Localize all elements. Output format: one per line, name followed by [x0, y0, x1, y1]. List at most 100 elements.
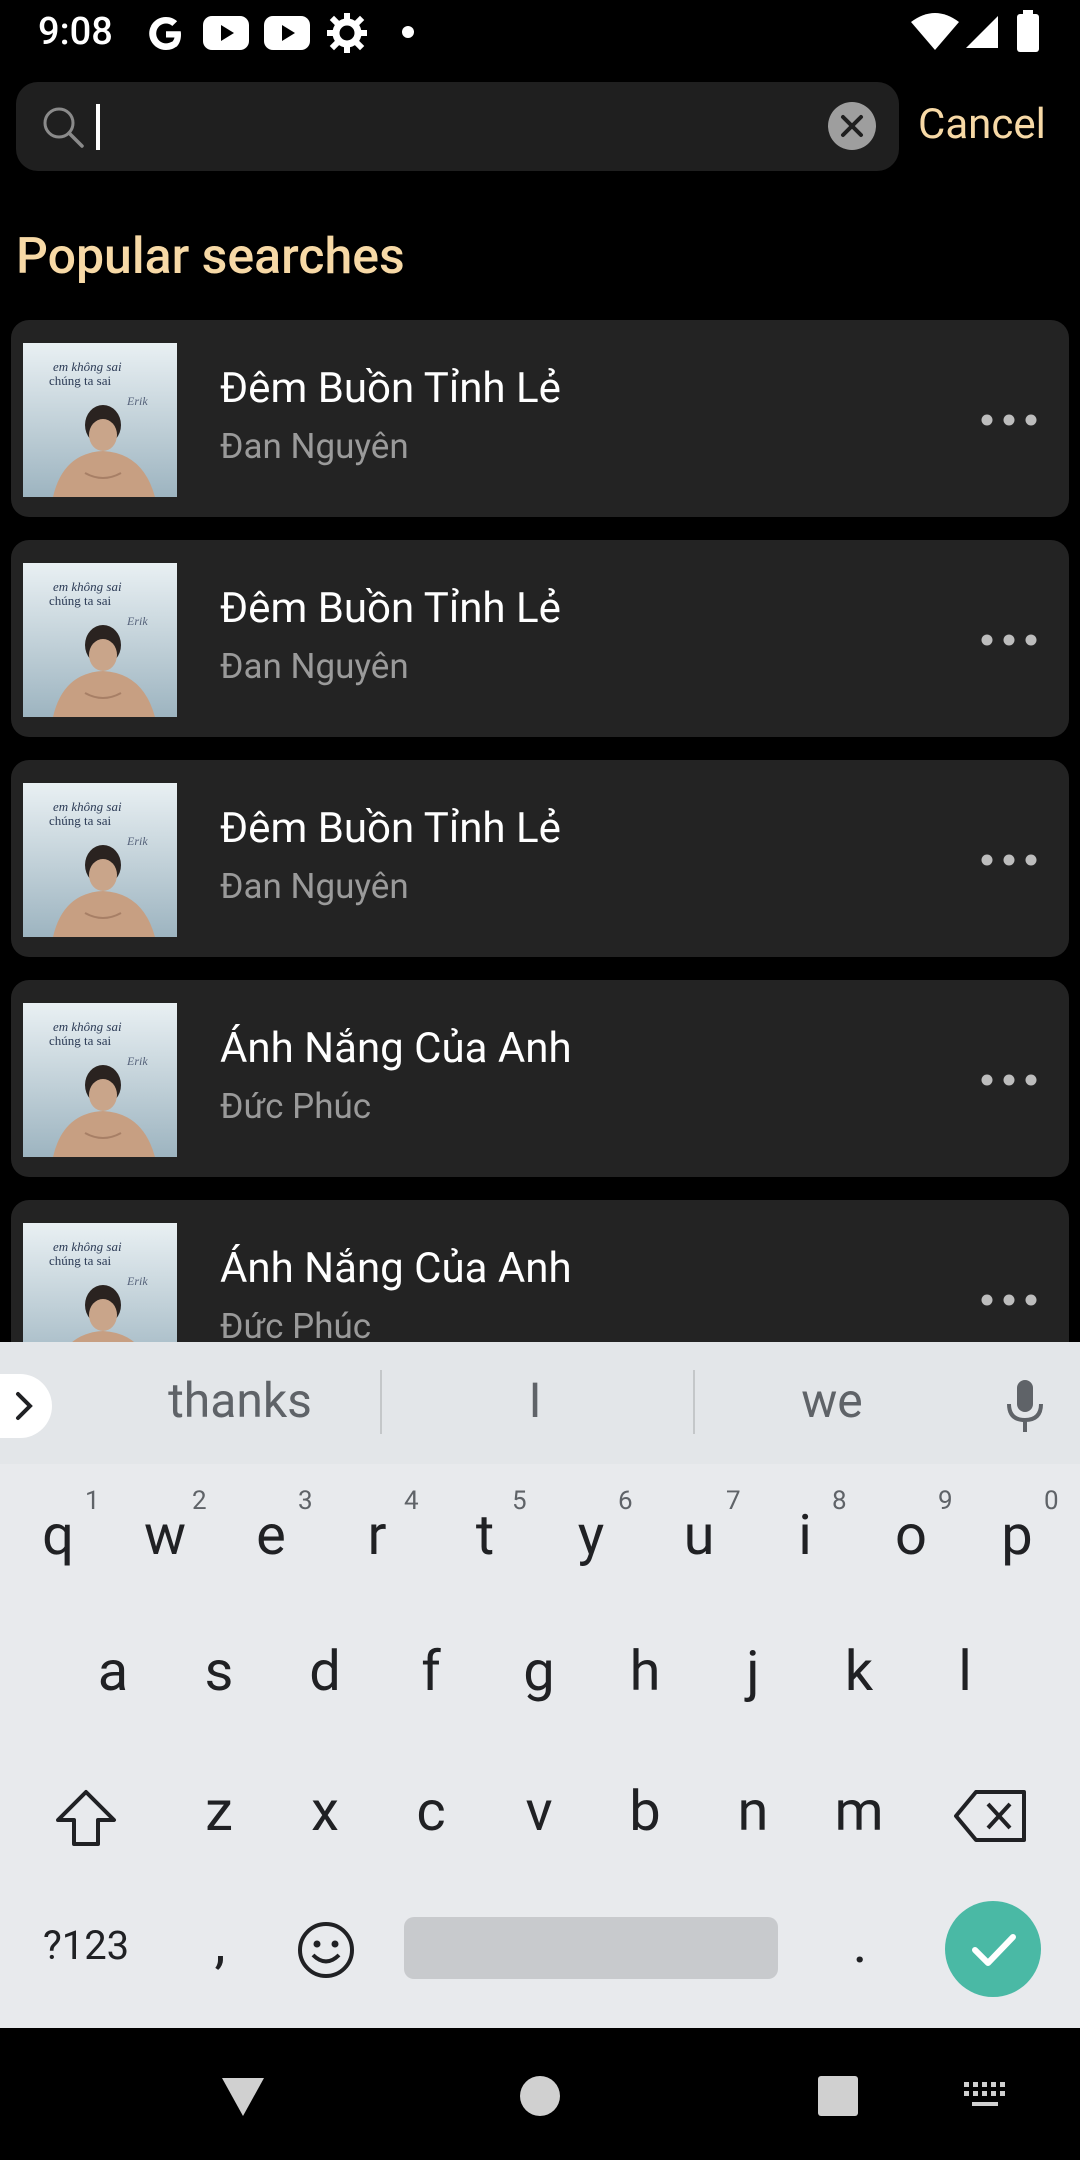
key-z[interactable]: z	[174, 1778, 264, 1844]
more-options-button[interactable]	[979, 1282, 1039, 1318]
album-art: em không sai chúng ta sai Erik	[23, 783, 177, 937]
status-bar: 9:08	[0, 0, 1080, 66]
key-hint: 1	[85, 1486, 100, 1516]
song-list-item[interactable]: em không sai chúng ta sai Erik Đêm Buồn …	[11, 320, 1069, 517]
key-m[interactable]: m	[814, 1778, 904, 1844]
key-a[interactable]: a	[68, 1638, 158, 1704]
more-horizontal-icon	[981, 1294, 1037, 1306]
more-options-button[interactable]	[979, 1062, 1039, 1098]
navigation-bar	[0, 2028, 1080, 2160]
key-hint: 5	[512, 1486, 527, 1516]
suggestion-2[interactable]: I	[425, 1372, 645, 1429]
keyboard-switch-icon[interactable]	[962, 2080, 1008, 2112]
album-art: em không sai chúng ta sai Erik	[23, 1003, 177, 1157]
key-f[interactable]: f	[386, 1638, 476, 1704]
cellular-signal-icon	[966, 16, 998, 48]
more-options-button[interactable]	[979, 402, 1039, 438]
svg-text:Erik: Erik	[126, 1054, 148, 1068]
song-title: Đêm Buồn Tỉnh Lẻ	[220, 364, 561, 413]
svg-text:em không sai: em không sai	[53, 359, 122, 374]
symbols-key[interactable]: ?123	[26, 1922, 146, 1969]
backspace-key[interactable]	[952, 1786, 1030, 1846]
google-g-icon	[149, 17, 181, 50]
song-title: Đêm Buồn Tỉnh Lẻ	[220, 584, 561, 633]
cancel-button[interactable]: Cancel	[918, 100, 1046, 149]
more-options-button[interactable]	[979, 842, 1039, 878]
suggestion-1[interactable]: thanks	[130, 1372, 350, 1429]
key-hint: 4	[404, 1486, 419, 1516]
youtube-icon	[264, 16, 310, 50]
more-horizontal-icon	[981, 854, 1037, 866]
key-h[interactable]: h	[600, 1638, 690, 1704]
divider	[380, 1370, 382, 1434]
album-art: em không sai chúng ta sai Erik	[23, 563, 177, 717]
back-icon[interactable]	[218, 2074, 268, 2120]
recents-icon[interactable]	[816, 2074, 860, 2118]
svg-text:chúng ta sai: chúng ta sai	[49, 813, 111, 828]
home-icon[interactable]	[518, 2074, 562, 2118]
more-horizontal-icon	[981, 634, 1037, 646]
check-icon	[972, 1934, 1016, 1966]
settings-gear-icon	[327, 13, 367, 53]
svg-text:chúng ta sai: chúng ta sai	[49, 373, 111, 388]
song-list-item[interactable]: em không sai chúng ta sai Erik Đêm Buồn …	[11, 540, 1069, 737]
svg-text:em không sai: em không sai	[53, 799, 122, 814]
song-title: Ánh Nắng Của Anh	[220, 1024, 572, 1073]
clear-search-button[interactable]	[828, 102, 876, 150]
song-list-item[interactable]: em không sai chúng ta sai Erik Đêm Buồn …	[11, 760, 1069, 957]
key-x[interactable]: x	[280, 1778, 370, 1844]
period-key[interactable]: .	[815, 1910, 905, 1976]
more-horizontal-icon	[981, 414, 1037, 426]
done-key[interactable]	[945, 1901, 1041, 1997]
song-artist: Đan Nguyên	[220, 866, 409, 907]
comma-key[interactable]: ,	[175, 1910, 265, 1976]
key-g[interactable]: g	[494, 1638, 584, 1704]
svg-text:chúng ta sai: chúng ta sai	[49, 593, 111, 608]
key-k[interactable]: k	[814, 1638, 904, 1704]
status-time: 9:08	[38, 10, 113, 54]
chevron-right-icon	[16, 1392, 33, 1420]
svg-text:Erik: Erik	[126, 1274, 148, 1288]
suggestion-3[interactable]: we	[722, 1372, 942, 1429]
key-hint: 7	[726, 1486, 741, 1516]
key-b[interactable]: b	[600, 1778, 690, 1844]
expand-toolbar-button[interactable]	[0, 1374, 52, 1438]
key-d[interactable]: d	[280, 1638, 370, 1704]
svg-text:em không sai: em không sai	[53, 1239, 122, 1254]
key-hint: 0	[1044, 1486, 1059, 1516]
key-l[interactable]: l	[920, 1638, 1010, 1704]
key-v[interactable]: v	[494, 1778, 584, 1844]
key-hint: 9	[938, 1486, 953, 1516]
key-j[interactable]: j	[708, 1638, 798, 1704]
more-horizontal-icon	[981, 1074, 1037, 1086]
key-hint: 2	[192, 1486, 207, 1516]
key-c[interactable]: c	[386, 1778, 476, 1844]
key-s[interactable]: s	[174, 1638, 264, 1704]
text-cursor	[96, 104, 100, 150]
song-title: Ánh Nắng Của Anh	[220, 1244, 572, 1293]
more-options-button[interactable]	[979, 622, 1039, 658]
suggestion-strip: thanks I we	[0, 1342, 1080, 1464]
search-input[interactable]	[16, 82, 899, 171]
svg-text:Erik: Erik	[126, 394, 148, 408]
shift-key[interactable]	[50, 1782, 122, 1854]
key-hint: 6	[618, 1486, 633, 1516]
album-art: em không sai chúng ta sai Erik	[23, 343, 177, 497]
battery-icon	[1017, 10, 1039, 52]
space-key[interactable]	[404, 1917, 778, 1979]
microphone-icon[interactable]	[1000, 1378, 1050, 1436]
search-icon	[43, 107, 84, 148]
dot-icon	[402, 26, 414, 38]
emoji-key[interactable]	[296, 1920, 356, 1980]
key-hint: 3	[298, 1486, 313, 1516]
wifi-icon	[911, 13, 959, 50]
song-artist: Đức Phúc	[220, 1086, 372, 1127]
key-n[interactable]: n	[708, 1778, 798, 1844]
song-title: Đêm Buồn Tỉnh Lẻ	[220, 804, 561, 853]
on-screen-keyboard: thanks I we q1w2e3r4t5y6u7i8o9p0 asdfghj…	[0, 1342, 1080, 2028]
svg-text:em không sai: em không sai	[53, 1019, 122, 1034]
song-list-item[interactable]: em không sai chúng ta sai Erik Ánh Nắng …	[11, 980, 1069, 1177]
youtube-icon	[203, 16, 249, 50]
divider	[693, 1370, 695, 1434]
svg-text:Erik: Erik	[126, 834, 148, 848]
